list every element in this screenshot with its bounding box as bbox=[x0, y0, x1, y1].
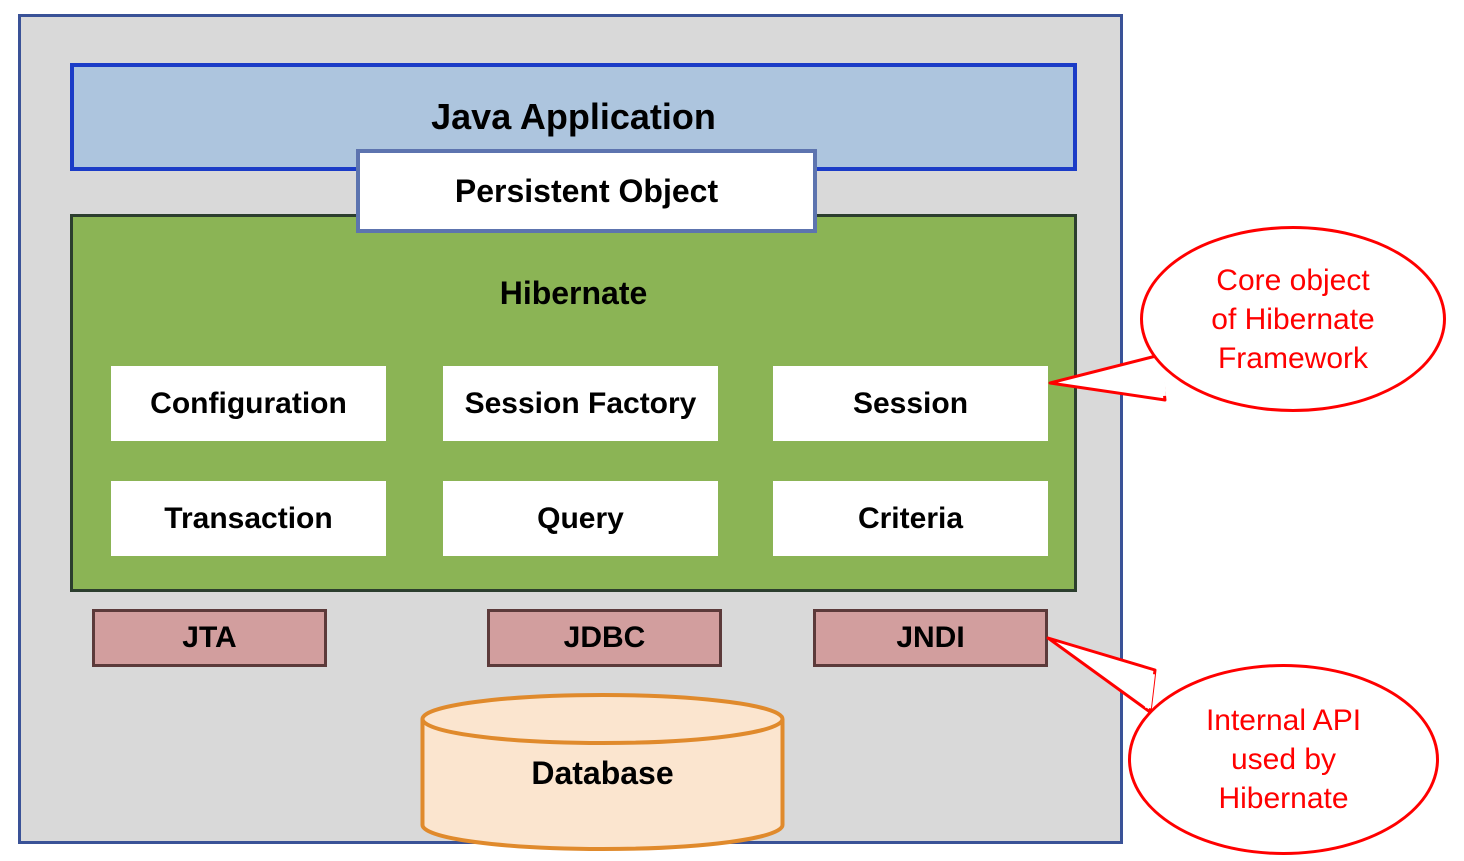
architecture-container: Java Application Persistent Object Hiber… bbox=[18, 14, 1123, 844]
persistent-object-box: Persistent Object bbox=[356, 149, 817, 233]
database-cylinder: Database bbox=[418, 693, 787, 853]
box-session-factory: Session Factory bbox=[443, 366, 718, 441]
box-transaction: Transaction bbox=[111, 481, 386, 556]
box-session: Session bbox=[773, 366, 1048, 441]
box-query: Query bbox=[443, 481, 718, 556]
api-jdbc: JDBC bbox=[487, 609, 722, 667]
box-criteria: Criteria bbox=[773, 481, 1048, 556]
database-label: Database bbox=[418, 755, 787, 792]
api-jta: JTA bbox=[92, 609, 327, 667]
callout-core-object: Core object of Hibernate Framework bbox=[1140, 226, 1446, 412]
box-configuration: Configuration bbox=[111, 366, 386, 441]
callout-internal-api: Internal API used by Hibernate bbox=[1128, 664, 1439, 855]
hibernate-title: Hibernate bbox=[73, 275, 1074, 312]
api-jndi: JNDI bbox=[813, 609, 1048, 667]
hibernate-box: Hibernate Configuration Session Factory … bbox=[70, 214, 1077, 592]
